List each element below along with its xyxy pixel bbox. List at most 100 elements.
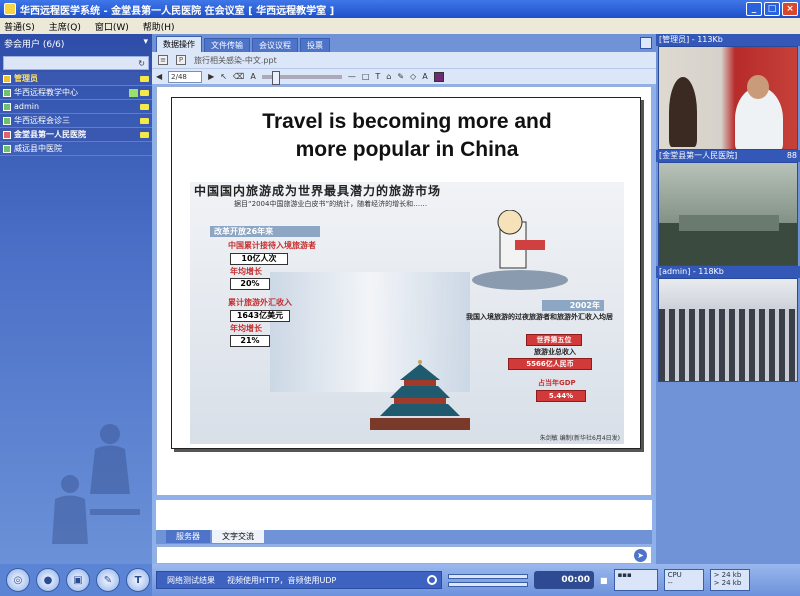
line-icon[interactable]: — xyxy=(348,72,356,81)
tab-file-transfer[interactable]: 文件传输 xyxy=(204,38,250,52)
camera-button-icon[interactable]: ▣ xyxy=(66,568,90,592)
page-number-field[interactable]: 2/48 xyxy=(168,70,203,83)
tab-vote[interactable]: 投票 xyxy=(300,38,330,52)
text-tool-icon[interactable]: T xyxy=(375,72,380,81)
participant-row[interactable]: 华西远程教学中心 xyxy=(0,86,152,100)
text-icon[interactable]: T xyxy=(126,568,150,592)
traffic-down: > 24 kb xyxy=(713,579,742,587)
tab-data-operation[interactable]: 数据操作 xyxy=(156,36,202,52)
maximize-button[interactable]: □ xyxy=(764,2,780,16)
infographic-value: 1643亿美元 xyxy=(230,310,290,322)
microphone-volume-slider[interactable] xyxy=(448,573,528,579)
menu-item-normal[interactable]: 普通(S) xyxy=(4,20,35,33)
menu-item-help[interactable]: 帮助(H) xyxy=(143,20,175,33)
video-feed-hospital[interactable] xyxy=(658,162,798,266)
infographic-label: 年均增长 xyxy=(230,267,262,276)
slide-title-line2: more popular in China xyxy=(295,138,519,161)
logo-button[interactable]: ◎ xyxy=(6,568,30,592)
infographic-text: 旅游业总收入 xyxy=(534,348,576,356)
maximize-panel-icon[interactable] xyxy=(640,37,652,49)
person-head xyxy=(747,75,769,99)
video-feed-classroom[interactable] xyxy=(658,278,798,382)
infographic-headline: 中国国内旅游成为世界最具潜力的旅游市场 xyxy=(194,184,442,198)
presentation-slide: Travel is becoming more and more popular… xyxy=(171,97,641,449)
cpu-status: CPU -- xyxy=(663,569,704,591)
line-width-slider[interactable] xyxy=(261,70,342,85)
menu-item-window[interactable]: 窗口(W) xyxy=(95,20,129,33)
left-toolbar: ◎ ● ▣ ✎ T xyxy=(0,564,152,596)
prev-page-icon[interactable]: ◀ xyxy=(156,72,162,81)
participant-row[interactable]: 华西远程会诊三 xyxy=(0,114,152,128)
record-icon[interactable]: ■ xyxy=(600,576,608,585)
send-button[interactable]: ➤ xyxy=(634,549,647,562)
tab-bar: 数据操作 文件传输 会议议程 投票 xyxy=(152,34,656,52)
user-icon xyxy=(3,144,11,153)
participant-row[interactable]: admin xyxy=(0,100,152,114)
infographic-text: 占当年GDP xyxy=(538,379,576,387)
chat-input[interactable]: ➤ xyxy=(156,546,652,564)
microphone-icon[interactable]: ● xyxy=(36,568,60,592)
video-feed-admin[interactable] xyxy=(658,46,798,150)
network-test-panel[interactable]: 网络测试结果 视频使用HTTP，音频使用UDP xyxy=(156,571,442,589)
participants-title: 参会用户 (6/6) xyxy=(4,40,65,50)
title-bar: 华西远程医学系统 - 金堂县第一人民医院 在会议室 [ 华西远程教学室 ] _ … xyxy=(0,0,800,18)
refresh-icon[interactable]: ↻ xyxy=(138,59,145,68)
camera-icon xyxy=(140,131,149,138)
video-label-text: [admin] - 118Kb xyxy=(659,267,724,276)
infographic-value: 20% xyxy=(230,278,270,290)
menu-item-chair[interactable]: 主席(Q) xyxy=(49,20,81,33)
ppt-file-icon: P xyxy=(176,55,186,65)
collapse-icon[interactable]: ▾ xyxy=(143,37,148,47)
eraser-icon[interactable]: ⌫ xyxy=(233,72,244,81)
document-list-icon[interactable]: ≡ xyxy=(158,55,168,65)
drawing-toolbar: ◀ 2/48 ▶ ↖ ⌫ A — □ T ⌂ ✎ ◇ A xyxy=(152,68,656,85)
search-icon[interactable] xyxy=(427,575,437,585)
user-icon xyxy=(3,74,11,83)
participant-search-input[interactable]: ↻ xyxy=(3,56,149,70)
user-icon xyxy=(3,102,11,111)
document-filename[interactable]: 旅行相关感染-中文.ppt xyxy=(194,55,277,66)
participants-header: 参会用户 (6/6) ▾ xyxy=(0,34,152,50)
tab-text-chat[interactable]: 文字交流 xyxy=(212,530,264,543)
status-bar: 网络测试结果 视频使用HTTP，音频使用UDP 00:00 ■ ▪▪▪ CPU … xyxy=(152,564,800,596)
volume-controls xyxy=(448,568,528,592)
participant-row[interactable]: 管理员 xyxy=(0,72,152,86)
traffic-status: > 24 kb > 24 kb xyxy=(709,569,750,591)
infographic-label: 累计旅游外汇收入 xyxy=(228,298,292,307)
speaker-volume-slider[interactable] xyxy=(448,581,528,587)
tab-server[interactable]: 服务器 xyxy=(166,530,210,543)
infographic-value: 10亿人次 xyxy=(230,253,288,265)
chat-message-area[interactable] xyxy=(156,500,652,530)
fill-icon[interactable]: A xyxy=(250,72,255,81)
participant-row[interactable]: 金堂县第一人民医院 xyxy=(0,128,152,142)
participant-row[interactable]: 威远县中医院 xyxy=(0,142,152,156)
decorative-figures-image xyxy=(52,424,140,544)
pen-icon[interactable]: ✎ xyxy=(397,72,404,81)
infographic-label: 中国累计接待入境旅游者 xyxy=(228,241,316,250)
meeting-timer: 00:00 xyxy=(534,571,594,589)
video-label: [金堂县第一人民医院] 88 xyxy=(656,150,800,162)
slide-viewport[interactable]: Travel is becoming more and more popular… xyxy=(156,86,652,496)
person-figure xyxy=(669,77,697,147)
classroom-crowd xyxy=(659,309,797,381)
shape-icon[interactable]: ⌂ xyxy=(386,72,391,81)
color-swatch[interactable] xyxy=(433,71,444,82)
whiteboard-icon[interactable]: ✎ xyxy=(96,568,120,592)
infographic-value: 21% xyxy=(230,335,270,347)
font-color-icon[interactable]: A xyxy=(422,72,427,81)
close-button[interactable]: × xyxy=(782,2,798,16)
pointer-icon[interactable]: ↖ xyxy=(220,72,227,81)
audience-row xyxy=(679,215,779,231)
bottom-tab-bar: 服务器 文字交流 xyxy=(156,530,652,544)
tab-agenda[interactable]: 会议议程 xyxy=(252,38,298,52)
infographic-value-badge: 5.44% xyxy=(536,390,586,402)
rectangle-icon[interactable]: □ xyxy=(362,72,370,81)
video-label-extra: 88 xyxy=(786,151,797,160)
infographic-value-badge: 5566亿人民币 xyxy=(508,358,592,370)
people-status[interactable]: ▪▪▪ xyxy=(613,569,658,591)
minimize-button[interactable]: _ xyxy=(746,2,762,16)
highlighter-icon[interactable]: ◇ xyxy=(410,72,416,81)
slide-title-line1: Travel is becoming more and xyxy=(262,110,552,133)
slide-title: Travel is becoming more and more popular… xyxy=(172,108,642,164)
next-page-icon[interactable]: ▶ xyxy=(208,72,214,81)
